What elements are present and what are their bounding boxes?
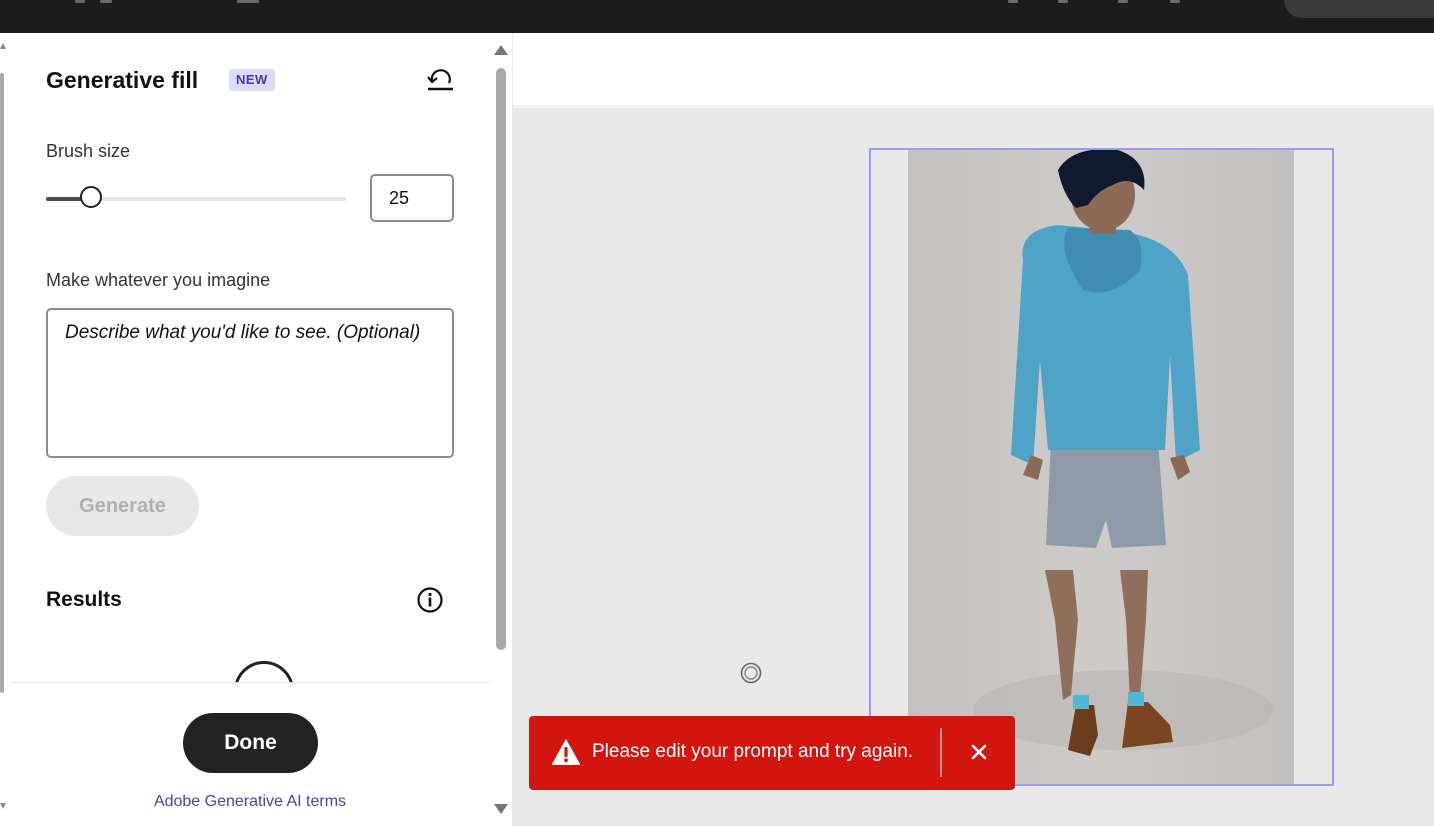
- panel-scrollbar[interactable]: [490, 43, 512, 823]
- error-toast: Please edit your prompt and try again.: [529, 716, 1015, 790]
- toolbar-icon-stub: [75, 0, 85, 3]
- undo-reset-icon[interactable]: [425, 65, 455, 95]
- results-heading: Results: [46, 588, 122, 611]
- warning-icon: [551, 739, 581, 765]
- scroll-thumb[interactable]: [496, 68, 506, 650]
- brush-size-input[interactable]: [370, 174, 454, 222]
- done-button[interactable]: Done: [183, 713, 318, 773]
- panel-title: Generative fill: [46, 67, 199, 93]
- new-badge: NEW: [229, 69, 275, 91]
- person-illustration: [973, 150, 1273, 756]
- ai-terms-link[interactable]: Adobe Generative AI terms: [0, 793, 500, 811]
- close-icon[interactable]: [966, 738, 992, 766]
- toolbar-icon-stub: [1118, 0, 1128, 3]
- account-pill[interactable]: [1284, 0, 1434, 18]
- canvas-image[interactable]: [908, 150, 1294, 784]
- brush-size-label: Brush size: [46, 141, 131, 161]
- toast-divider: [940, 728, 942, 777]
- prompt-label: Make whatever you imagine: [46, 270, 271, 290]
- app-top-bar: [0, 0, 1434, 33]
- toolbar-icon-stub: [1170, 0, 1180, 3]
- generative-fill-panel: Generative fill NEW Brush size Make what…: [0, 33, 512, 826]
- toolbar-icon-stub: [1008, 0, 1018, 3]
- canvas-header-area: [513, 33, 1434, 108]
- brush-cursor-icon: [740, 662, 762, 684]
- generate-button[interactable]: Generate: [46, 476, 199, 536]
- info-icon[interactable]: [416, 586, 444, 614]
- toolbar-icon-stub: [237, 0, 259, 3]
- toolbar-icon-stub: [100, 0, 112, 3]
- scroll-down-arrow-icon[interactable]: [494, 804, 508, 814]
- brush-size-slider[interactable]: [46, 186, 346, 210]
- left-scroll-up-icon[interactable]: [0, 43, 6, 49]
- loading-spinner: [232, 661, 300, 683]
- scroll-up-arrow-icon[interactable]: [494, 45, 508, 55]
- toast-message: Please edit your prompt and try again.: [592, 741, 914, 762]
- slider-thumb[interactable]: [80, 186, 102, 208]
- left-scrollbar[interactable]: [0, 73, 4, 693]
- prompt-textarea[interactable]: [46, 308, 454, 458]
- toolbar-icon-stub: [1058, 0, 1068, 3]
